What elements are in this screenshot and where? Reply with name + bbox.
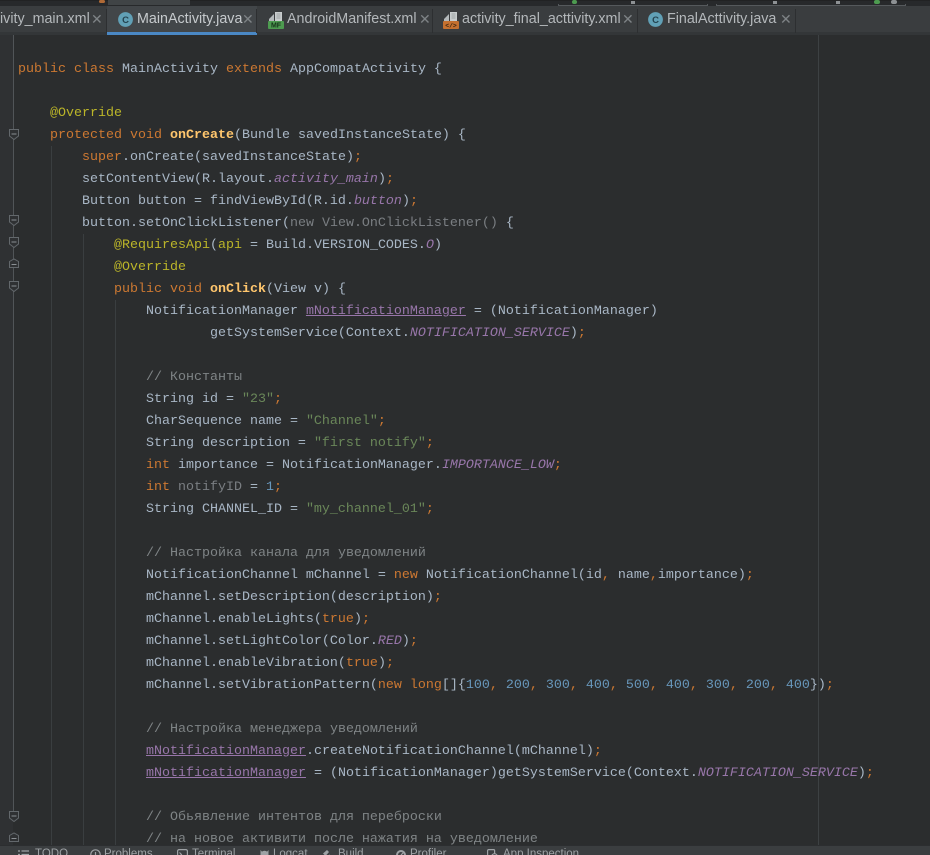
svg-text:</>: </>: [445, 22, 457, 29]
svg-text:C: C: [122, 15, 129, 26]
svg-text:MF: MF: [271, 23, 282, 29]
svg-text:C: C: [652, 15, 659, 26]
